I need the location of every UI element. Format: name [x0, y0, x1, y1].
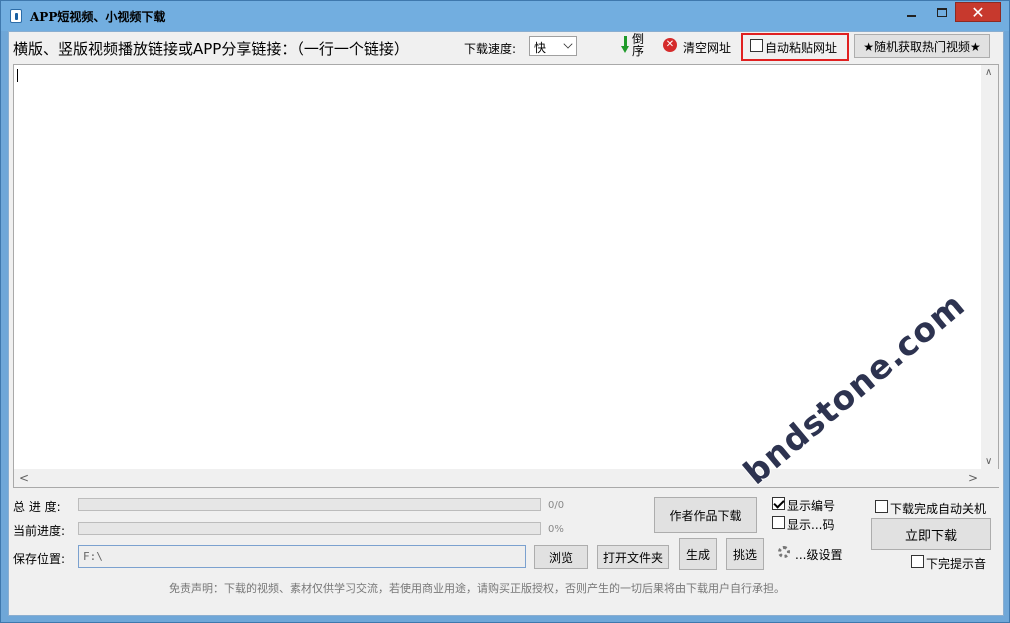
- minimize-icon: [906, 15, 916, 17]
- total-progress-value: 0/0: [548, 500, 565, 511]
- maximize-button[interactable]: [929, 2, 955, 22]
- scroll-right-icon[interactable]: >: [968, 471, 978, 485]
- client-area: 横版、竖版视频播放链接或APP分享链接：（一行一个链接） 下载速度: 快 倒序 …: [8, 31, 1004, 616]
- save-path-input[interactable]: F:\: [78, 545, 526, 568]
- app-window: APP短视频、小视频下载 ✕ 横版、竖版视频播放链接或APP分享链接：（一行一个…: [0, 0, 1010, 623]
- close-icon: ✕: [971, 2, 985, 22]
- total-progress-bar: [78, 498, 541, 511]
- scroll-up-icon[interactable]: ∧: [985, 67, 992, 78]
- title-bar[interactable]: APP短视频、小视频下载 ✕: [1, 1, 1009, 31]
- gear-icon[interactable]: [778, 546, 790, 558]
- app-icon: [10, 9, 22, 23]
- vertical-scrollbar[interactable]: ∧ ∨: [981, 65, 998, 469]
- save-location-label: 保存位置:: [13, 552, 66, 566]
- clear-urls-button[interactable]: 清空网址: [683, 39, 731, 56]
- random-hot-videos-button[interactable]: ★随机获取热门视频★: [854, 34, 990, 58]
- done-sound-label[interactable]: 下完提示音: [926, 555, 986, 572]
- link-input-label: 横版、竖版视频播放链接或APP分享链接：（一行一个链接）: [13, 40, 409, 58]
- horizontal-scrollbar[interactable]: < >: [14, 469, 1000, 487]
- reverse-order-button[interactable]: 倒序: [632, 33, 646, 57]
- show-code-checkbox[interactable]: [772, 516, 785, 529]
- show-code-label[interactable]: 显示...码: [787, 516, 834, 533]
- done-sound-checkbox[interactable]: [911, 555, 924, 568]
- show-number-label[interactable]: 显示编号: [787, 497, 835, 514]
- current-progress-label: 当前进度:: [13, 524, 66, 538]
- clear-icon[interactable]: ✕: [663, 38, 677, 52]
- auto-shutdown-label[interactable]: 下载完成自动关机: [890, 500, 986, 517]
- show-number-checkbox[interactable]: [772, 497, 785, 510]
- browse-button[interactable]: 浏览: [534, 545, 588, 569]
- scroll-left-icon[interactable]: <: [19, 471, 29, 485]
- maximize-icon: [937, 7, 947, 17]
- open-folder-button[interactable]: 打开文件夹: [597, 545, 669, 569]
- link-textarea[interactable]: ∧ ∨ < >: [13, 64, 1000, 488]
- auto-shutdown-checkbox[interactable]: [875, 500, 888, 513]
- down-arrow-icon[interactable]: [621, 36, 629, 54]
- generate-button[interactable]: 生成: [679, 538, 717, 570]
- window-title: APP短视频、小视频下载: [30, 10, 166, 24]
- minimize-button[interactable]: [897, 2, 925, 22]
- auto-paste-label[interactable]: 自动粘贴网址: [765, 39, 837, 56]
- chevron-down-icon: [563, 39, 573, 49]
- speed-select[interactable]: 快: [529, 36, 577, 56]
- speed-label: 下载速度:: [464, 42, 517, 56]
- scroll-down-icon[interactable]: ∨: [985, 456, 992, 467]
- total-progress-label: 总 进 度:: [13, 500, 61, 514]
- speed-value: 快: [534, 41, 547, 55]
- advanced-settings-button[interactable]: ...级设置: [795, 546, 842, 563]
- text-caret: [17, 69, 18, 82]
- current-progress-value: 0%: [548, 524, 564, 535]
- close-button[interactable]: ✕: [955, 2, 1001, 22]
- pick-button[interactable]: 挑选: [726, 538, 764, 570]
- disclaimer-text: 免责声明：下载的视频、素材仅供学习交流，若使用商业用途，请购买正版授权，否则产生…: [169, 582, 785, 595]
- download-now-button[interactable]: 立即下载: [871, 518, 991, 550]
- auto-paste-checkbox[interactable]: [750, 39, 763, 52]
- author-works-download-button[interactable]: 作者作品下载: [654, 497, 757, 533]
- current-progress-bar: [78, 522, 541, 535]
